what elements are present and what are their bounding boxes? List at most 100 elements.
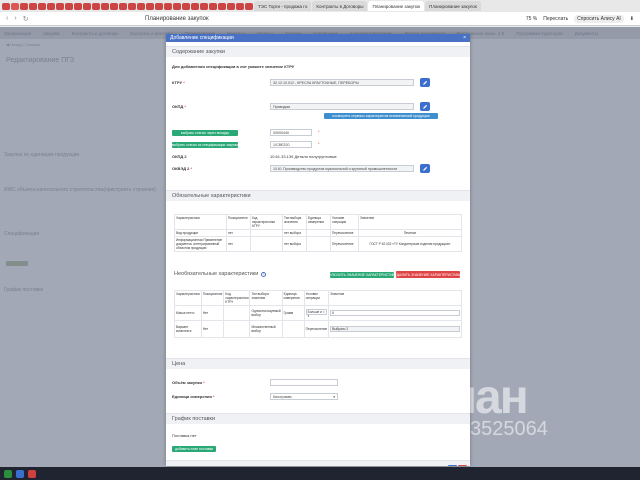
add-schedule-button[interactable]: добавить план поставки: [172, 446, 216, 452]
tab-favicon[interactable]: [20, 2, 28, 10]
view-ktru-characteristics-button[interactable]: посмотреть сервисы характеристик неизмен…: [324, 113, 438, 119]
column-header: Значение: [358, 214, 462, 230]
close-icon[interactable]: ×: [463, 35, 466, 41]
app-icon[interactable]: [28, 469, 36, 478]
table-row: Вид продукции нет нет выбора Перечислени…: [174, 229, 462, 237]
browser-tab-active[interactable]: Планирование закупок: [368, 1, 425, 11]
browser-tab[interactable]: Контракты в Договоры: [312, 1, 368, 11]
tab-favicon[interactable]: [119, 2, 127, 10]
value-input[interactable]: 6: [330, 310, 460, 316]
save-button[interactable]: [448, 465, 457, 466]
tab-favicon[interactable]: [56, 2, 64, 10]
price-section-header: Цена: [166, 358, 470, 369]
excel-icon[interactable]: [4, 469, 12, 478]
add-characteristic-button[interactable]: ВКЛЮЧИТЬ ЗНАЧЕНИЕ ХАРАКТЕРИСТИКИ: [327, 272, 397, 278]
reload-icon[interactable]: ↻: [23, 15, 29, 23]
article-name-field[interactable]: 1/СВЕЗ20: [270, 141, 312, 148]
tab-favicon[interactable]: [110, 2, 118, 10]
tab-favicon[interactable]: [2, 2, 10, 10]
table-cell: Перечисление: [303, 320, 330, 338]
column-header: Позиционное: [226, 214, 251, 230]
table-cell: 6: [328, 305, 462, 321]
translate-button[interactable]: Переслать: [543, 16, 568, 22]
table-cell: ГОСТ Р 52.032 «ТУ Кондитерские изделия п…: [358, 236, 462, 252]
cancel-button[interactable]: [458, 465, 467, 466]
tab-favicon[interactable]: [29, 2, 37, 10]
tab-favicon[interactable]: [218, 2, 226, 10]
tab-favicon[interactable]: [65, 2, 73, 10]
instruction-text: Для добавления спецификации в лот укажит…: [172, 64, 295, 69]
zoom-level[interactable]: 75 %: [526, 16, 537, 22]
edit-ktru-button[interactable]: [420, 78, 430, 87]
watermark-number: 3525064: [470, 418, 548, 440]
tab-favicon[interactable]: [128, 2, 136, 10]
dialog-footer: [166, 460, 470, 466]
tab-favicon[interactable]: [164, 2, 172, 10]
tab-favicon[interactable]: [200, 2, 208, 10]
article-code-field[interactable]: 00000440: [270, 129, 312, 136]
tab-favicon[interactable]: [236, 2, 244, 10]
table-row: Масса нетто Нет Одноиспользуемый выбор Г…: [174, 305, 462, 321]
table-cell: Масса нетто: [174, 305, 202, 321]
tab-favicon[interactable]: [101, 2, 109, 10]
tab-favicon[interactable]: [83, 2, 91, 10]
table-cell: нет: [226, 236, 251, 252]
browser-tab[interactable]: Планирование закупок: [425, 1, 481, 11]
ktru-field[interactable]: 32.12.10.012 - КРЕСЛА КРАУТОЧНЫЕ, ПЕРЕБО…: [270, 79, 414, 86]
browser-tab-bar: ТЭС Торги - продажа го Контракты в Догов…: [0, 0, 640, 12]
column-header: Характеристика: [174, 214, 227, 230]
table-row: Вариант комплекта Нет Множественный выбо…: [174, 320, 462, 338]
table-cell: Больше и = ▾: [303, 305, 330, 321]
app-icon[interactable]: [16, 469, 24, 478]
tab-favicon[interactable]: [11, 2, 19, 10]
unit-select[interactable]: Килограмм ▾: [270, 393, 338, 400]
chevron-down-icon: ▾: [333, 395, 335, 399]
okved-field[interactable]: 10.61 Производство продуктов мукомольной…: [270, 165, 414, 172]
download-icon[interactable]: ⬇: [630, 16, 634, 22]
table-cell: [281, 320, 305, 338]
tab-favicon[interactable]: [155, 2, 163, 10]
tab-favicon[interactable]: [182, 2, 190, 10]
choose-from-budget-button[interactable]: выбрать статью через вкладку: [172, 130, 238, 136]
unit-label: Единица измерения *: [172, 394, 215, 399]
volume-input[interactable]: [270, 379, 338, 386]
tab-favicon[interactable]: [137, 2, 145, 10]
table-cell: Нет: [200, 305, 225, 321]
okpd-field[interactable]: Приводим: [270, 103, 414, 110]
back-icon[interactable]: ‹: [6, 15, 8, 23]
tab-favicon[interactable]: [47, 2, 55, 10]
optional-section-header: Необязательные характеристики i: [174, 271, 267, 277]
required-mark: *: [318, 141, 320, 146]
tab-favicon[interactable]: [92, 2, 100, 10]
close-icon: [458, 465, 467, 466]
volume-label: Объём закупки *: [172, 380, 205, 385]
tab-favicon[interactable]: [245, 2, 253, 10]
add-specification-dialog: Добавление спецификации × Содержание зак…: [166, 34, 470, 466]
table-header-row: Характеристика Позиционное Код характери…: [174, 214, 462, 230]
page-title-in-address[interactable]: Планирование закупок: [110, 16, 526, 22]
browser-nav: ‹ › ↻: [0, 15, 110, 23]
info-icon[interactable]: i: [261, 272, 267, 277]
tab-favicon[interactable]: [173, 2, 181, 10]
browser-tab[interactable]: ТЭС Торги - продажа го: [254, 1, 312, 11]
column-header: Позиционное: [200, 290, 225, 306]
forward-icon[interactable]: ›: [14, 15, 16, 23]
condition-select[interactable]: Больше и = ▾: [305, 308, 328, 318]
table-cell: [306, 229, 331, 237]
table-cell: [223, 305, 251, 321]
tab-favicon[interactable]: [38, 2, 46, 10]
table-cell: нет выбора: [282, 229, 307, 237]
tab-favicon[interactable]: [227, 2, 235, 10]
table-cell: нет: [226, 229, 251, 237]
tab-favicon[interactable]: [209, 2, 217, 10]
tab-favicon[interactable]: [74, 2, 82, 10]
edit-okved-button[interactable]: [420, 164, 430, 173]
value-multiselect[interactable]: Выбрано 2: [330, 326, 460, 332]
remove-characteristic-button[interactable]: УДАЛИТЬ ЗНАЧЕНИЕ ХАРАКТЕРИСТИКИ: [395, 271, 461, 278]
edit-okpd-button[interactable]: [420, 102, 430, 111]
table-cell: Печенье: [358, 229, 462, 237]
choose-from-catalog-button[interactable]: выбрать статью из спецификации закупки: [172, 142, 238, 148]
ask-ai-button[interactable]: Спросить Алису AI: [574, 14, 624, 23]
tab-favicon[interactable]: [146, 2, 154, 10]
tab-favicon[interactable]: [191, 2, 199, 10]
